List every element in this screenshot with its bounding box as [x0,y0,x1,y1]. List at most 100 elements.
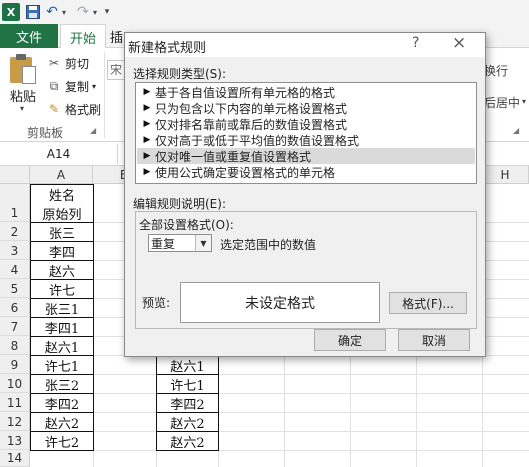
clipboard-launcher-icon[interactable]: ◢ [90,126,96,135]
title-bar: X ↶ ▾ ↷ ▾ ▾ [0,0,529,24]
chevron-down-icon[interactable]: ▼ [195,235,211,251]
row-header[interactable]: 13 [0,431,30,450]
column-header[interactable]: A [30,166,93,184]
triangle-right-icon: ▶ [143,87,151,97]
alignment-launcher-icon[interactable]: ◢ [513,126,519,135]
format-painter-button[interactable]: ✎ 格式刷 [47,100,101,118]
paste-icon[interactable] [10,54,38,84]
rule-type-item-selected[interactable]: ▶ 仅对唯一值或重复值设置格式 [137,148,475,164]
cell-a[interactable]: 张三1 [30,298,94,318]
cell-a[interactable]: 赵六2 [30,412,94,432]
triangle-right-icon: ▶ [143,167,151,177]
row-header[interactable]: 2 [0,222,30,241]
cell-a[interactable]: 许七1 [30,355,94,375]
cell-a[interactable]: 许七2 [30,431,94,451]
cell-a[interactable]: 张三 [30,222,94,242]
rule-type-item[interactable]: ▶ 基于各自值设置所有单元格的格式 [137,84,475,100]
redo-icon[interactable]: ↷ [76,3,90,21]
cell-a[interactable]: 张三2 [30,374,94,394]
format-all-label: 全部设置格式(O): [139,218,234,232]
row-header[interactable]: 8 [0,336,30,355]
customize-qat-icon[interactable]: ▾ [103,3,111,21]
redo-dropdown-icon[interactable]: ▾ [91,3,99,21]
wrap-text-button[interactable]: 换行 [484,62,508,79]
row-header[interactable]: 7 [0,317,30,336]
cancel-button[interactable]: 取消 [398,329,470,351]
cell-a[interactable]: 李四1 [30,317,94,337]
scissors-icon: ✂ [48,56,60,70]
tab-file[interactable]: 文件 [0,24,58,48]
rule-type-item[interactable]: ▶ 只为包含以下内容的单元格设置格式 [137,100,475,116]
cell-a1[interactable]: 姓名 原始列 [30,184,94,223]
rule-type-list[interactable]: ▶ 基于各自值设置所有单元格的格式 ▶ 只为包含以下内容的单元格设置格式 ▶ 仅… [135,82,477,184]
rule-type-text: 仅对排名靠前或靠后的数值设置格式 [155,117,348,132]
format-button[interactable]: 格式(F)... [389,292,467,314]
row-header[interactable]: 9 [0,355,30,374]
format-painter-label: 格式刷 [65,102,102,117]
dialog-title-bar: 新建格式规则 ? × [125,33,485,57]
undo-icon[interactable]: ↶ [45,3,59,21]
copy-button[interactable]: ⧉ 复制 ▾ [47,77,96,95]
rule-type-label: 选择规则类型(S): [133,67,227,81]
group-divider [104,52,105,138]
column-header[interactable]: H [482,166,529,184]
cell-a[interactable]: 李四 [30,241,94,261]
row-header[interactable]: 4 [0,260,30,279]
dialog-title: 新建格式规则 [128,41,207,56]
cut-label: 剪切 [65,56,90,71]
close-icon[interactable]: × [452,33,466,53]
tab-home[interactable]: 开始 [60,24,106,49]
triangle-right-icon: ▶ [143,119,151,129]
selected-range-label: 选定范围中的数值 [220,238,317,252]
cell-c[interactable]: 赵六2 [156,412,219,432]
format-preview: 未设定格式 [180,282,380,323]
cell-c[interactable]: 李四2 [156,393,219,413]
rule-type-text: 只为包含以下内容的单元格设置格式 [155,101,348,116]
copy-label: 复制 [65,79,90,94]
merge-center-button[interactable]: 后居中 [484,94,520,111]
row-header[interactable]: 3 [0,241,30,260]
copy-icon: ⧉ [49,78,59,93]
cell-a[interactable]: 李四2 [30,393,94,413]
rule-type-text: 基于各自值设置所有单元格的格式 [155,85,336,100]
row-header[interactable]: 14 [0,450,30,467]
paste-button[interactable]: 粘贴 [10,86,36,105]
help-icon[interactable]: ? [412,35,419,51]
merge-dropdown-icon[interactable]: ▾ [522,97,526,106]
paintbrush-icon: ✎ [48,102,60,116]
cell-text: 姓名 [48,188,75,204]
rule-description-box: 全部设置格式(O): 重复 ▼ 选定范围中的数值 预览: 未设定格式 格式(F)… [135,211,477,329]
cut-button[interactable]: ✂ 剪切 [47,54,89,72]
copy-dropdown-icon[interactable]: ▾ [92,82,96,91]
select-all-corner[interactable] [0,166,30,184]
preview-label: 预览: [142,296,171,310]
duplicate-unique-select[interactable]: 重复 ▼ [148,234,212,252]
cell-a[interactable]: 赵六 [30,260,94,280]
row-header[interactable]: 5 [0,279,30,298]
row-header[interactable]: 10 [0,374,30,393]
grid-line [30,393,529,394]
paste-dropdown-icon[interactable]: ▾ [20,104,24,113]
cell-a[interactable]: 许七 [30,279,94,299]
row-header[interactable]: 12 [0,412,30,431]
rule-type-text: 仅对高于或低于平均值的数值设置格式 [155,133,360,148]
row-header[interactable]: 1 [0,184,30,222]
grid-line [30,450,529,451]
name-box[interactable]: A14 [0,144,118,164]
cell-c[interactable]: 赵六1 [156,355,219,375]
undo-dropdown-icon[interactable]: ▾ [60,3,68,21]
ok-button[interactable]: 确定 [314,329,386,351]
row-header[interactable]: 11 [0,393,30,412]
grid-line [30,412,529,413]
save-icon[interactable] [25,3,40,21]
grid-line [30,374,529,375]
cell-c[interactable]: 许七1 [156,374,219,394]
rule-type-item[interactable]: ▶ 仅对高于或低于平均值的数值设置格式 [137,132,475,148]
cell-a[interactable]: 赵六1 [30,336,94,356]
cell-c[interactable]: 赵六2 [156,431,219,451]
rule-type-item[interactable]: ▶ 使用公式确定要设置格式的单元格 [137,164,475,180]
rule-type-item[interactable]: ▶ 仅对排名靠前或靠后的数值设置格式 [137,116,475,132]
triangle-right-icon: ▶ [143,135,151,145]
row-header[interactable]: 6 [0,298,30,317]
select-value: 重复 [151,236,176,251]
